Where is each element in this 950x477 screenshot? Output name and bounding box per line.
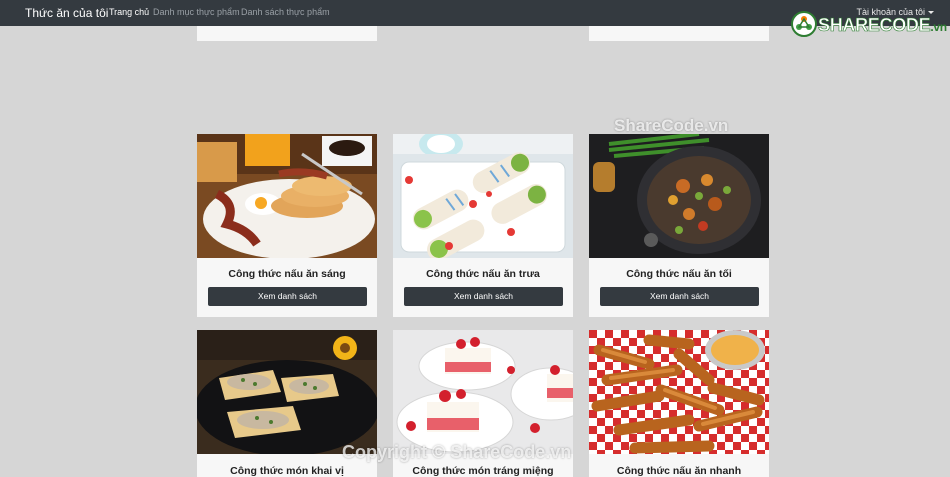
nav-link-home[interactable]: Trang chủ (109, 7, 149, 17)
view-list-button[interactable]: Xem danh sách (208, 287, 367, 306)
card-fast-food: Công thức nấu ăn nhanh (589, 330, 769, 477)
card-title: Công thức nấu ăn nhanh (616, 465, 742, 477)
sharecode-logo-icon (791, 11, 817, 37)
appetizer-toasts-image (197, 330, 377, 454)
card-title: Công thức nấu ăn tối (626, 268, 732, 280)
strawberry-cake-image (393, 330, 573, 454)
card-title: Công thức nấu ăn sáng (228, 268, 346, 280)
view-list-button[interactable]: Xem danh sách (404, 287, 563, 306)
nav-link-categories[interactable]: Danh mục thực phẩm (153, 7, 240, 17)
card-stub (589, 26, 769, 41)
watermark-copyright: Copyright © ShareCode.vn (342, 442, 572, 462)
chicken-fries-image (589, 330, 769, 454)
card-title: Công thức món khai vị (230, 465, 344, 477)
logo-text: SHARECODE.vn (818, 15, 947, 36)
card-title: Công thức nấu ăn trưa (426, 268, 540, 280)
card-lunch: Công thức nấu ăn trưa Xem danh sách (393, 134, 573, 317)
card-title: Công thức món tráng miệng (412, 465, 554, 477)
wraps-platter-image (393, 134, 573, 258)
breakfast-plate-image (197, 134, 377, 258)
view-list-button[interactable]: Xem danh sách (600, 287, 759, 306)
card-dinner: Công thức nấu ăn tối Xem danh sách (589, 134, 769, 317)
nav-link-food-list[interactable]: Danh sách thực phẩm (241, 7, 330, 17)
stir-fry-pan-image (589, 134, 769, 258)
brand-link[interactable]: Thức ăn của tôi (25, 6, 108, 20)
card-breakfast: Công thức nấu ăn sáng Xem danh sách (197, 134, 377, 317)
card-stub (197, 26, 377, 41)
sharecode-logo: SHARECODE.vn (790, 10, 947, 40)
watermark-center: ShareCode.vn (614, 116, 729, 135)
